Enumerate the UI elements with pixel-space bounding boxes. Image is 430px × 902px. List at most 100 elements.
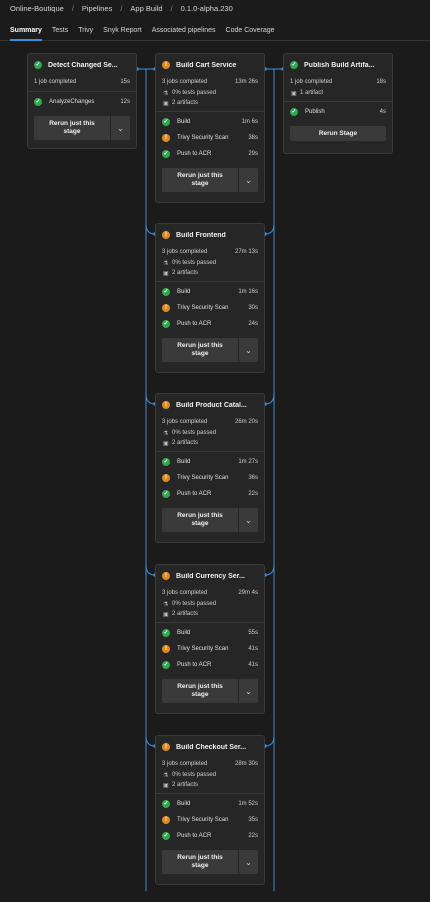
job-row[interactable]: ✓ Build 1m 27s [156, 454, 264, 470]
divider [28, 91, 136, 92]
divider [156, 793, 264, 794]
tab-trivy[interactable]: Trivy [78, 20, 93, 41]
job-row[interactable]: ✓ Push to ACR 29s [156, 146, 264, 162]
artifacts-count[interactable]: 2 artifacts [172, 270, 198, 276]
job-duration: 29s [248, 151, 258, 157]
job-duration: 36s [248, 475, 258, 481]
breadcrumb-pipeline[interactable]: App Build [130, 4, 162, 13]
job-row[interactable]: ✓ AnalyzeChanges 12s [28, 94, 136, 110]
beaker-icon: ⚗ [163, 260, 169, 267]
check-circle-icon: ✓ [162, 118, 170, 126]
job-row[interactable]: ✓ Push to ACR 24s [156, 316, 264, 332]
artifacts-count[interactable]: 2 artifacts [172, 100, 198, 106]
stage-build-product-catalog[interactable]: ! Build Product Catal... 3 jobs completed… [155, 393, 265, 543]
tests-passed[interactable]: 0% tests passed [172, 772, 216, 778]
artifacts-count[interactable]: 2 artifacts [172, 440, 198, 446]
breadcrumb-pipelines[interactable]: Pipelines [82, 4, 112, 13]
tests-passed[interactable]: 0% tests passed [172, 260, 216, 266]
stage-duration: 13m 26s [234, 79, 258, 85]
rerun-stage-button[interactable]: Rerun just this stage [162, 338, 238, 362]
rerun-stage-button[interactable]: Rerun just this stage [162, 168, 238, 192]
job-duration: 24s [248, 321, 258, 327]
warning-circle-icon: ! [162, 61, 170, 69]
beaker-icon: ⚗ [163, 772, 169, 779]
job-name: Build [177, 289, 191, 295]
rerun-stage-button[interactable]: Rerun Stage [290, 126, 386, 141]
artifacts-count[interactable]: 2 artifacts [172, 782, 198, 788]
job-row[interactable]: ✓ Build 1m 6s [156, 114, 264, 130]
job-row[interactable]: ✓ Push to ACR 22s [156, 486, 264, 502]
stage-publish-build-artifacts[interactable]: ✓ Publish Build Artifa... 1 job complete… [283, 53, 393, 154]
tab-code-coverage[interactable]: Code Coverage [226, 20, 275, 41]
check-circle-icon: ✓ [162, 800, 170, 808]
warning-circle-icon: ! [162, 572, 170, 580]
job-name: Push to ACR [177, 662, 212, 668]
tab-associated-pipelines[interactable]: Associated pipelines [152, 20, 216, 41]
chevron-down-icon[interactable]: ⌄ [239, 679, 258, 703]
rerun-stage-button[interactable]: Rerun just this stage [34, 116, 110, 140]
job-row[interactable]: ✓ Build 55s [156, 625, 264, 641]
tab-tests[interactable]: Tests [52, 20, 68, 41]
jobs-completed: 3 jobs completed [162, 249, 208, 255]
job-row[interactable]: ! Trivy Security Scan 30s [156, 300, 264, 316]
rerun-stage-button[interactable]: Rerun just this stage [162, 508, 238, 532]
stage-detect-changed-services[interactable]: ✓ Detect Changed Se... 1 job completed 1… [27, 53, 137, 149]
chevron-down-icon[interactable]: ⌄ [239, 850, 258, 874]
artifacts-count[interactable]: 2 artifacts [172, 611, 198, 617]
chevron-down-icon[interactable]: ⌄ [239, 508, 258, 532]
beaker-icon: ⚗ [163, 430, 169, 437]
beaker-icon: ⚗ [163, 601, 169, 608]
job-name: Build [177, 801, 191, 807]
job-row[interactable]: ✓ Build 1m 52s [156, 796, 264, 812]
stage-build-cart-service[interactable]: ! Build Cart Service 3 jobs completed 13m … [155, 53, 265, 203]
breadcrumb-run[interactable]: 0.1.0-alpha.230 [181, 4, 233, 13]
check-circle-icon: ✓ [162, 490, 170, 498]
job-name: Trivy Security Scan [177, 646, 229, 652]
stage-title: Build Checkout Ser... [176, 743, 247, 751]
job-row[interactable]: ! Trivy Security Scan 38s [156, 130, 264, 146]
warning-circle-icon: ! [162, 743, 170, 751]
rerun-stage-button[interactable]: Rerun just this stage [162, 850, 238, 874]
stage-build-frontend[interactable]: ! Build Frontend 3 jobs completed 27m 13s … [155, 223, 265, 373]
job-duration: 55s [248, 630, 258, 636]
job-row[interactable]: ✓ Build 1m 16s [156, 284, 264, 300]
job-duration: 1m 16s [238, 289, 258, 295]
stage-build-checkout-service[interactable]: ! Build Checkout Ser... 3 jobs completed 2… [155, 735, 265, 885]
stage-build-currency-service[interactable]: ! Build Currency Ser... 3 jobs completed 2… [155, 564, 265, 714]
job-row[interactable]: ! Trivy Security Scan 35s [156, 812, 264, 828]
breadcrumb-separator: / [170, 3, 173, 13]
tests-passed[interactable]: 0% tests passed [172, 90, 216, 96]
jobs-completed: 3 jobs completed [162, 419, 208, 425]
job-row[interactable]: ! Trivy Security Scan 41s [156, 641, 264, 657]
job-row[interactable]: ✓ Push to ACR 22s [156, 828, 264, 844]
chevron-down-icon[interactable]: ⌄ [111, 116, 130, 140]
job-duration: 30s [248, 305, 258, 311]
stage-duration: 15s [120, 79, 130, 85]
job-row[interactable]: ! Trivy Security Scan 36s [156, 470, 264, 486]
warning-circle-icon: ! [162, 231, 170, 239]
job-duration: 22s [248, 833, 258, 839]
job-row[interactable]: ✓ Push to ACR 41s [156, 657, 264, 673]
job-duration: 12s [120, 99, 130, 105]
jobs-completed: 3 jobs completed [162, 761, 208, 767]
tab-snyk-report[interactable]: Snyk Report [103, 20, 142, 41]
check-circle-icon: ✓ [290, 61, 298, 69]
jobs-completed: 3 jobs completed [162, 79, 208, 85]
artifact-box-icon: ▣ [163, 100, 169, 107]
stage-duration: 26m 20s [234, 419, 258, 425]
job-duration: 4s [379, 109, 386, 115]
tests-passed[interactable]: 0% tests passed [172, 430, 216, 436]
job-row[interactable]: ✓ Publish 4s [284, 104, 392, 120]
job-name: Build [177, 119, 191, 125]
breadcrumb-project[interactable]: Online-Boutique [10, 4, 64, 13]
chevron-down-icon[interactable]: ⌄ [239, 338, 258, 362]
artifact-box-icon: ▣ [163, 440, 169, 447]
artifacts-count[interactable]: 1 artifact [300, 90, 323, 96]
warning-circle-icon: ! [162, 134, 170, 142]
tests-passed[interactable]: 0% tests passed [172, 601, 216, 607]
rerun-stage-button[interactable]: Rerun just this stage [162, 679, 238, 703]
tab-summary[interactable]: Summary [10, 20, 42, 41]
chevron-down-icon[interactable]: ⌄ [239, 168, 258, 192]
stage-duration: 29m 4s [238, 590, 258, 596]
check-circle-icon: ✓ [162, 629, 170, 637]
